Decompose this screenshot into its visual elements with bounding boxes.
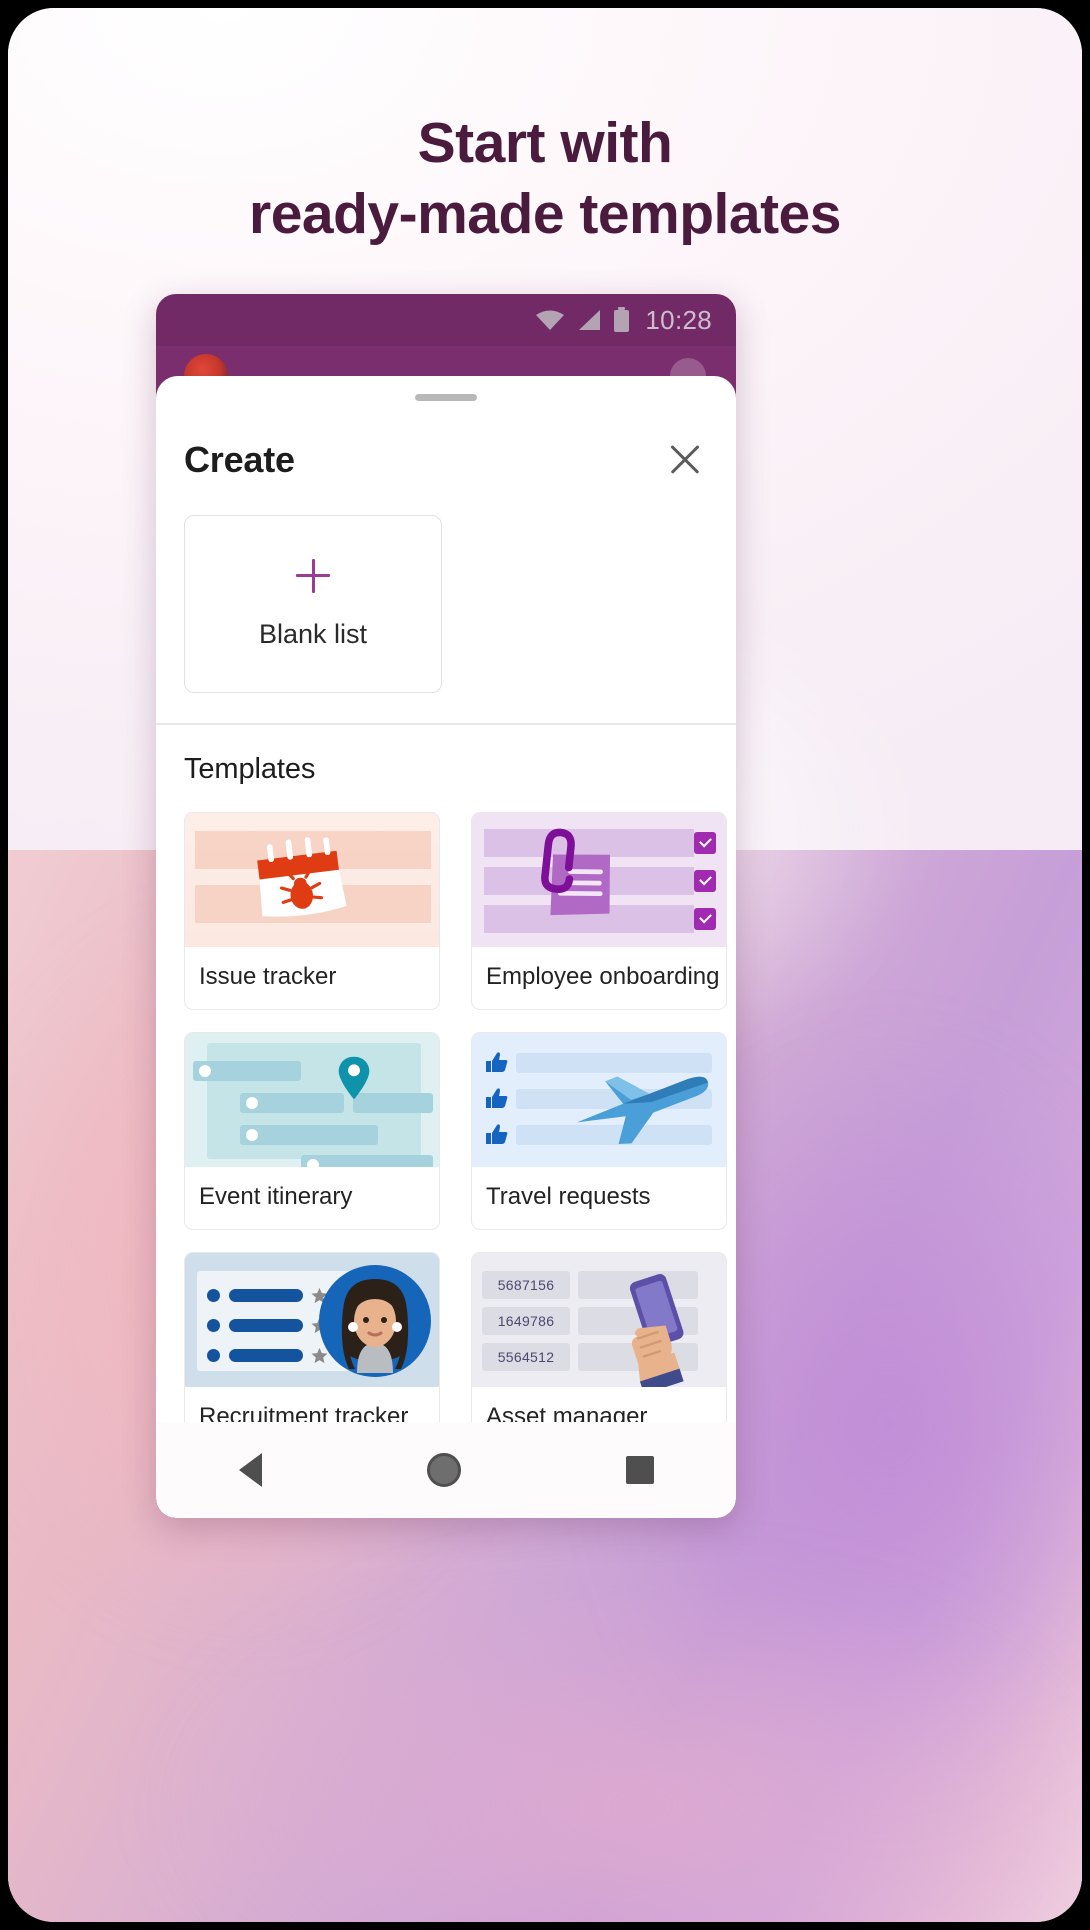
template-name: Issue tracker (199, 962, 337, 990)
status-bar-time: 10:28 (645, 304, 712, 335)
home-icon[interactable] (426, 1453, 461, 1487)
airplane-thumbsup-icon (472, 1032, 726, 1167)
signal-icon (579, 310, 601, 330)
wifi-icon (536, 310, 565, 330)
sheet-title: Create (184, 439, 295, 480)
headline-line-2: ready-made templates (249, 182, 841, 247)
phone-mockup: 10:28 Create Blank list Templates Issue … (156, 294, 736, 1518)
create-bottom-sheet: Create Blank list Templates Issue tracke… (156, 376, 736, 1518)
asset-id: 5564512 (482, 1342, 570, 1371)
template-name: Event itinerary (199, 1182, 353, 1210)
airplane-glyph (576, 1076, 709, 1144)
thumbs-up-icon (486, 1087, 508, 1108)
blank-list-label: Blank list (258, 618, 368, 649)
checkbox-checked-icon (694, 869, 716, 892)
hand-scanner-glyph (629, 1273, 684, 1387)
thumbs-up-icon (486, 1051, 508, 1072)
background-blob-magenta (8, 1500, 1082, 1922)
template-name: Travel requests (486, 1182, 651, 1210)
battery-icon (614, 307, 630, 332)
hand-phone-icon: 5687156 1649786 5564512 (472, 1252, 726, 1387)
person-list-icon (185, 1252, 439, 1387)
template-card-asset-manager[interactable]: 5687156 1649786 5564512 Asset manager (471, 1251, 727, 1450)
poster-root: Start with ready-made templates 10:28 Cr… (0, 0, 1090, 1930)
paperclip-note-glyph (541, 828, 611, 915)
plus-icon (296, 558, 330, 593)
sheet-header: Create (156, 401, 736, 483)
calendar-bug-glyph (257, 836, 347, 917)
template-card-event-itinerary[interactable]: Event itinerary (184, 1031, 440, 1230)
android-nav-bar (156, 1422, 736, 1518)
map-pin-glyph (338, 1056, 370, 1099)
checkbox-checked-icon (694, 907, 716, 930)
checkbox-checked-icon (694, 831, 716, 854)
page-title: Start with ready-made templates (8, 108, 1082, 251)
back-icon[interactable] (238, 1453, 262, 1487)
headline-line-1: Start with (417, 111, 673, 175)
recents-icon[interactable] (625, 1456, 654, 1484)
calendar-bug-icon (185, 812, 439, 947)
star-icon (311, 1347, 328, 1363)
template-card-recruitment-tracker[interactable]: Recruitment tracker (184, 1251, 440, 1450)
template-card-issue-tracker[interactable]: Issue tracker (184, 811, 440, 1010)
asset-id: 1649786 (482, 1306, 570, 1335)
blank-list-card[interactable]: Blank list (184, 515, 442, 693)
asset-id: 5687156 (482, 1270, 570, 1299)
poster-canvas: Start with ready-made templates 10:28 Cr… (8, 8, 1082, 1922)
thumbs-up-icon (486, 1123, 508, 1144)
drag-handle[interactable] (415, 394, 477, 401)
clipboard-paperclip-icon (472, 812, 726, 947)
map-pin-icon (185, 1032, 439, 1167)
templates-grid: Issue tracker Employee onboarding Event … (156, 786, 736, 1518)
template-card-employee-onboarding[interactable]: Employee onboarding (471, 811, 727, 1010)
avatar (319, 1264, 431, 1377)
close-icon[interactable] (662, 437, 708, 483)
status-bar: 10:28 (156, 294, 736, 346)
template-card-travel-requests[interactable]: Travel requests (471, 1031, 727, 1230)
blank-list-section: Blank list (156, 483, 736, 693)
template-name: Employee onboarding (486, 962, 720, 990)
templates-heading: Templates (184, 752, 316, 785)
